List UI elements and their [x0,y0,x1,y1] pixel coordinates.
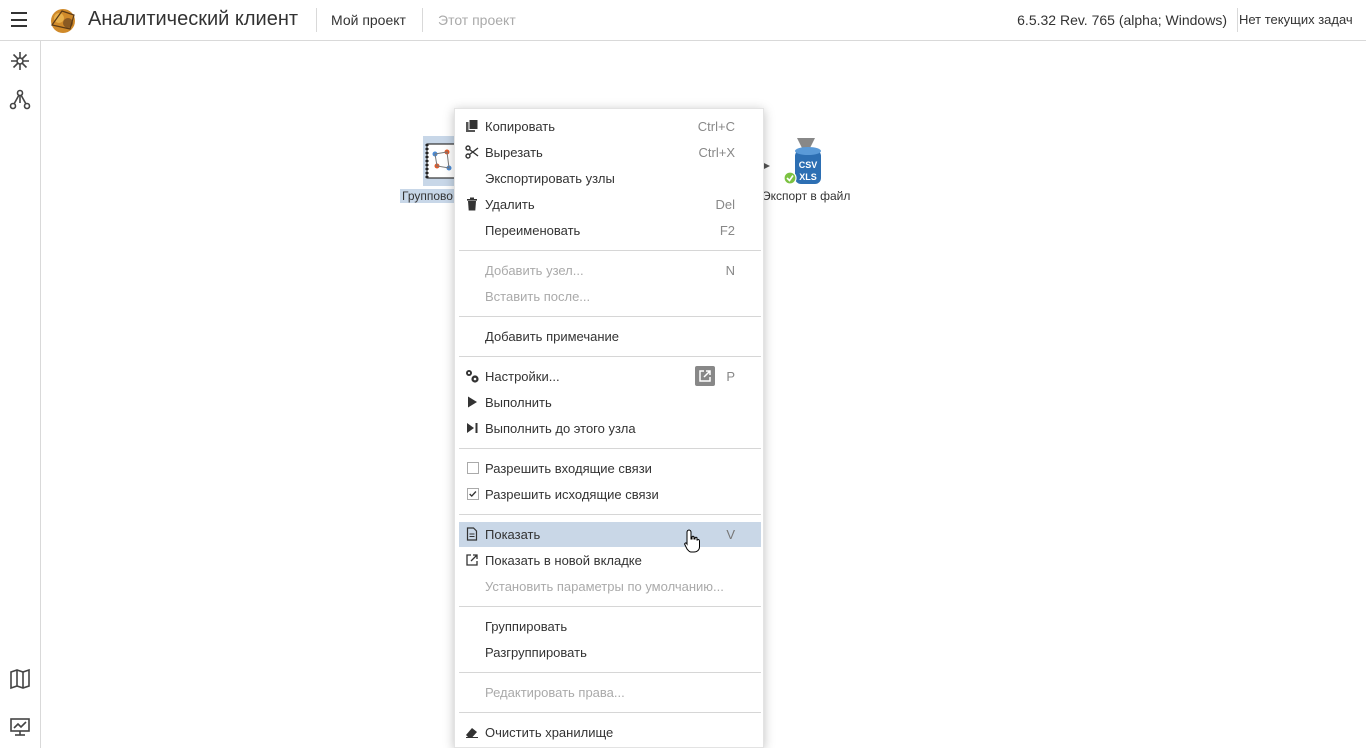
allow-incoming-checkbox[interactable] [467,462,479,474]
open-settings-new-window-icon[interactable] [695,366,715,386]
menu-item-set-default-params[interactable]: Установить параметры по умолчанию... [459,574,761,598]
scissors-icon [465,145,479,159]
app-logo-icon [50,9,75,33]
allow-outgoing-checkbox[interactable] [467,488,479,500]
play-to-icon [467,423,478,433]
menu-item-allow-outgoing[interactable]: Разрешить исходящие связи [459,482,761,506]
menu-item-show-new-tab[interactable]: Показать в новой вкладке [459,548,761,572]
sidebar [0,41,41,748]
app-title: Аналитический клиент [88,8,299,30]
document-icon [466,527,478,541]
play-icon [468,396,477,408]
menu-item-edit-permissions[interactable]: Редактировать права... [459,680,761,704]
menu-separator [459,448,761,449]
menu-item-rename[interactable]: Переименовать F2 [459,218,761,242]
menu-item-clear-storage[interactable]: Очистить хранилище [459,720,761,744]
menu-item-add-note[interactable]: Добавить примечание [459,324,761,348]
monitor-icon[interactable] [9,716,31,738]
menu-item-settings[interactable]: Настройки... P [459,364,761,388]
menu-item-add-node[interactable]: Добавить узел... N [459,258,761,282]
nav-my-project[interactable]: Мой проект [331,12,406,28]
workflow-icon[interactable] [9,50,31,72]
menu-separator [459,356,761,357]
header-divider [422,8,423,32]
map-icon[interactable] [9,668,31,690]
version-label: 6.5.32 Rev. 765 (alpha; Windows) [1017,12,1227,28]
header-divider [1237,8,1238,32]
menu-item-ungroup[interactable]: Разгруппировать [459,640,761,664]
menu-separator [459,712,761,713]
svg-text:CSV: CSV [799,160,818,170]
csv-xls-export-icon: CSV XLS [783,138,821,185]
model-icon[interactable] [9,89,31,111]
menu-item-show[interactable]: Показать V [459,522,761,547]
success-status-icon [783,171,797,185]
eraser-icon [466,728,478,738]
app-header: Аналитический клиент Мой проект Этот про… [0,0,1366,41]
copy-icon [466,119,479,132]
nav-this-project[interactable]: Этот проект [438,12,516,28]
menu-separator [459,672,761,673]
menu-item-delete[interactable]: Удалить Del [459,192,761,216]
tasks-status[interactable]: Нет текущих задач [1239,12,1366,27]
menu-item-copy[interactable]: Копировать Ctrl+C [459,114,761,138]
menu-separator [459,514,761,515]
gears-icon [466,370,479,383]
context-menu: Копировать Ctrl+C Вырезать Ctrl+X Экспор… [454,108,764,748]
grouping-node-label[interactable]: Группово [400,189,455,203]
menu-item-cut[interactable]: Вырезать Ctrl+X [459,140,761,164]
menu-item-allow-incoming[interactable]: Разрешить входящие связи [459,456,761,480]
menu-separator [459,316,761,317]
menu-item-run-to-node[interactable]: Выполнить до этого узла [459,416,761,440]
menu-separator [459,606,761,607]
svg-text:XLS: XLS [799,172,817,182]
external-link-icon [466,554,478,566]
export-node-label[interactable]: Экспорт в файл [762,189,850,203]
menu-separator [459,250,761,251]
hamburger-menu-icon[interactable] [11,12,27,27]
hand-cursor-icon [684,529,700,553]
menu-item-insert-after[interactable]: Вставить после... [459,284,761,308]
menu-item-run[interactable]: Выполнить [459,390,761,414]
export-node[interactable]: CSV XLS [783,136,829,188]
trash-icon [467,197,477,211]
menu-item-export-nodes[interactable]: Экспортировать узлы [459,166,761,190]
header-divider [316,8,317,32]
menu-item-group[interactable]: Группировать [459,614,761,638]
